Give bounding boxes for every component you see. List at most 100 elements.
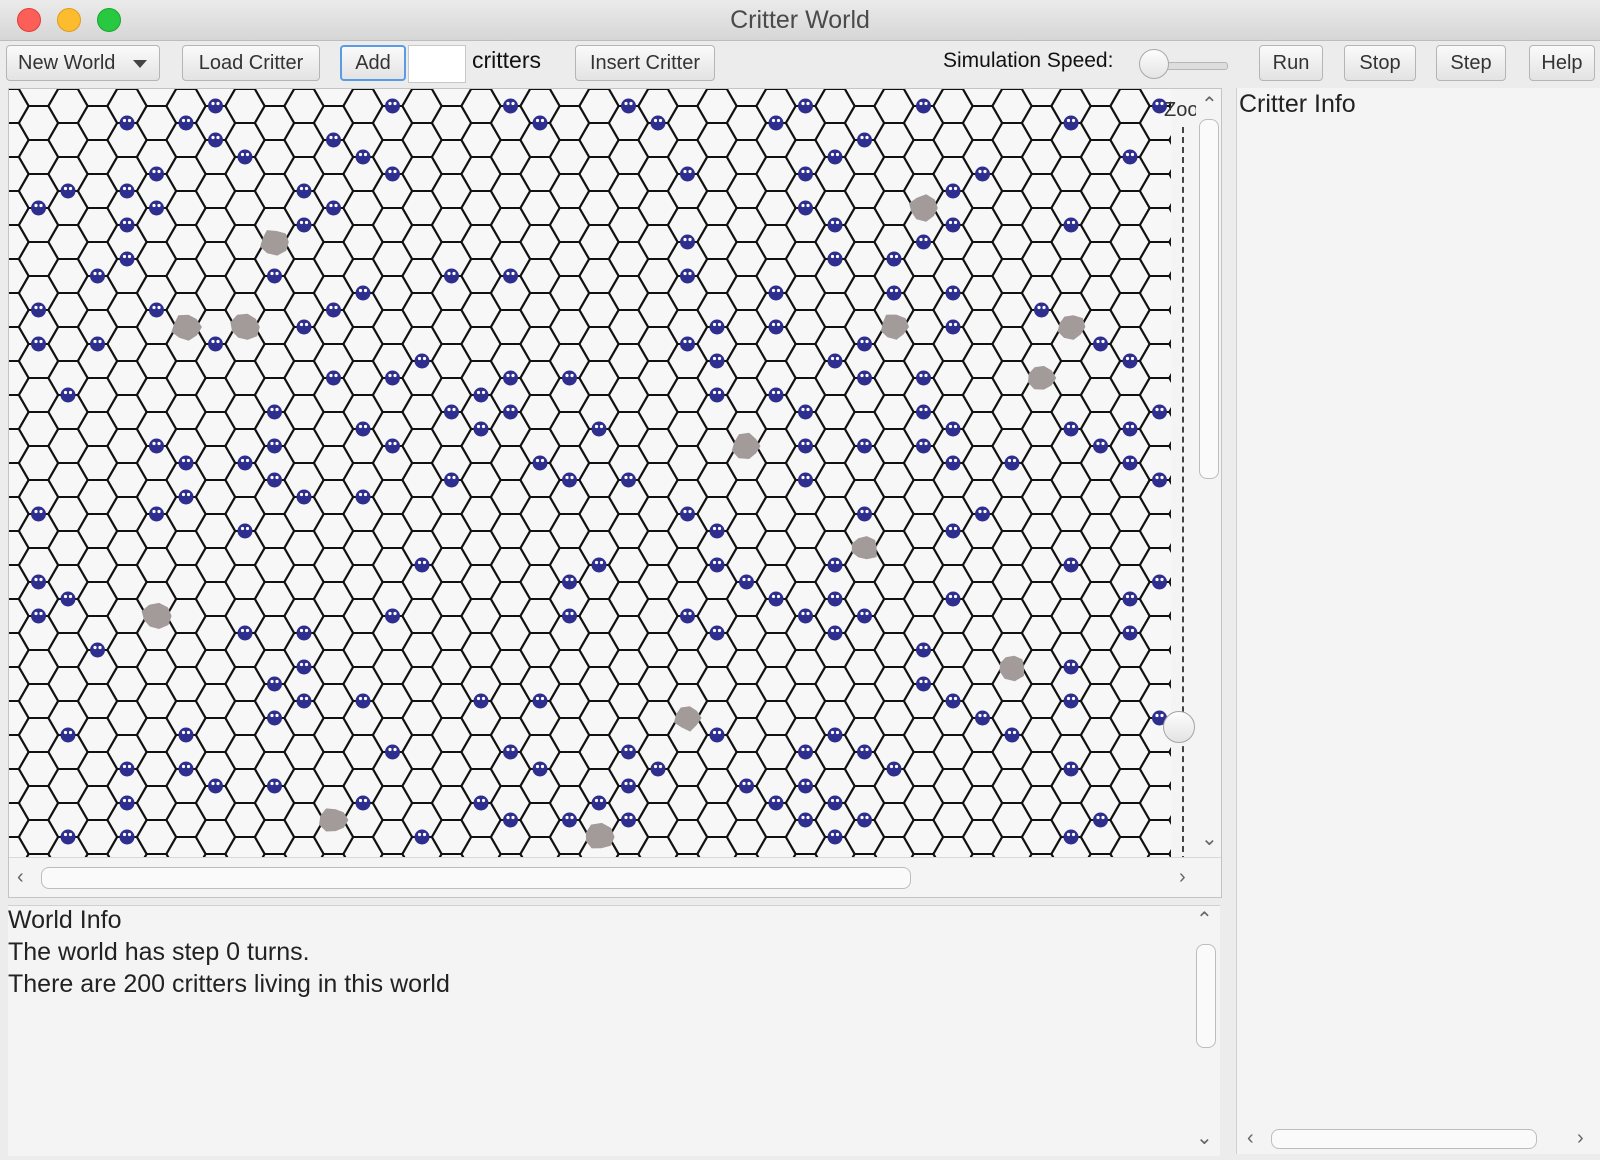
critter-icon[interactable] <box>385 98 400 114</box>
critter-icon[interactable] <box>178 727 194 743</box>
critter-icon[interactable] <box>237 455 253 471</box>
critter-icon[interactable] <box>709 727 725 743</box>
critter-icon[interactable] <box>31 574 46 590</box>
critter-icon[interactable] <box>621 778 636 794</box>
critter-icon[interactable] <box>532 761 548 777</box>
critter-icon[interactable] <box>208 98 223 114</box>
critter-icon[interactable] <box>503 744 518 760</box>
world-horizontal-scroll-thumb[interactable] <box>41 867 911 889</box>
critter-icon[interactable] <box>267 778 282 794</box>
critter-icon[interactable] <box>296 217 312 233</box>
critter-icon[interactable] <box>119 217 135 233</box>
critter-icon[interactable] <box>385 608 400 624</box>
critter-icon[interactable] <box>237 523 253 539</box>
critter-icon[interactable] <box>119 795 135 811</box>
insert-critter-button[interactable]: Insert Critter <box>575 45 715 81</box>
critter-icon[interactable] <box>1063 659 1079 675</box>
critter-icon[interactable] <box>591 557 607 573</box>
critter-icon[interactable] <box>798 608 813 624</box>
critter-icon[interactable] <box>1122 455 1138 471</box>
critter-icon[interactable] <box>119 251 135 267</box>
critter-icon[interactable] <box>149 302 164 318</box>
critter-icon[interactable] <box>709 387 725 403</box>
critter-icon[interactable] <box>31 608 46 624</box>
chevron-left-icon[interactable]: ‹ <box>1247 1128 1254 1148</box>
critter-icon[interactable] <box>798 166 813 182</box>
critter-icon[interactable] <box>827 557 843 573</box>
critter-icon[interactable] <box>326 132 341 148</box>
critter-icon[interactable] <box>857 608 872 624</box>
critter-icon[interactable] <box>827 625 843 641</box>
critter-icon[interactable] <box>680 506 695 522</box>
critter-icon[interactable] <box>296 489 312 505</box>
critter-icon[interactable] <box>178 761 194 777</box>
critter-icon[interactable] <box>827 727 843 743</box>
critter-icon[interactable] <box>1063 693 1079 709</box>
critter-icon[interactable] <box>296 625 312 641</box>
critter-icon[interactable] <box>916 404 931 420</box>
stop-button[interactable]: Stop <box>1344 45 1416 81</box>
critter-icon[interactable] <box>1034 302 1049 318</box>
critter-icon[interactable] <box>473 693 489 709</box>
critter-icon[interactable] <box>60 727 76 743</box>
critter-icon[interactable] <box>709 353 725 369</box>
critter-icon[interactable] <box>1004 455 1020 471</box>
critter-icon[interactable] <box>768 387 784 403</box>
critter-icon[interactable] <box>1063 761 1079 777</box>
world-horizontal-scrollbar[interactable]: ‹ › <box>9 857 1221 897</box>
critter-icon[interactable] <box>1093 812 1108 828</box>
critter-icon[interactable] <box>1004 727 1020 743</box>
critter-icon[interactable] <box>827 149 843 165</box>
critter-icon[interactable] <box>444 472 459 488</box>
world-info-scrollbar[interactable]: ⌃ ⌄ <box>1190 906 1220 1156</box>
critter-icon[interactable] <box>326 302 341 318</box>
critter-icon[interactable] <box>650 761 666 777</box>
critter-icon[interactable] <box>975 506 990 522</box>
critter-icon[interactable] <box>975 166 990 182</box>
critter-icon[interactable] <box>798 472 813 488</box>
critter-icon[interactable] <box>916 234 931 250</box>
critter-icon[interactable] <box>739 574 754 590</box>
critter-icon[interactable] <box>680 336 695 352</box>
critter-icon[interactable] <box>1152 404 1167 420</box>
critter-icon[interactable] <box>591 421 607 437</box>
critter-icon[interactable] <box>90 336 105 352</box>
step-button[interactable]: Step <box>1436 45 1506 81</box>
critter-icon[interactable] <box>916 642 931 658</box>
critter-icon[interactable] <box>385 370 400 386</box>
critter-icon[interactable] <box>562 608 577 624</box>
critter-icon[interactable] <box>1152 472 1167 488</box>
critter-icon[interactable] <box>237 625 253 641</box>
critter-icon[interactable] <box>857 812 872 828</box>
critter-icon[interactable] <box>31 506 46 522</box>
critter-icon[interactable] <box>503 370 518 386</box>
critter-icon[interactable] <box>857 438 872 454</box>
critter-icon[interactable] <box>296 693 312 709</box>
critter-icon[interactable] <box>355 149 371 165</box>
critter-icon[interactable] <box>621 812 636 828</box>
critter-icon[interactable] <box>1063 829 1079 845</box>
run-button[interactable]: Run <box>1259 45 1323 81</box>
critter-icon[interactable] <box>857 744 872 760</box>
critter-icon[interactable] <box>532 693 548 709</box>
add-button[interactable]: Add <box>340 45 406 81</box>
critter-icon[interactable] <box>945 217 961 233</box>
simulation-speed-slider[interactable] <box>1139 49 1169 79</box>
critter-icon[interactable] <box>709 319 725 335</box>
critter-icon[interactable] <box>355 693 371 709</box>
critter-icon[interactable] <box>827 829 843 845</box>
critter-icon[interactable] <box>267 472 282 488</box>
critter-icon[interactable] <box>149 438 164 454</box>
critter-icon[interactable] <box>680 268 695 284</box>
critter-icon[interactable] <box>768 115 784 131</box>
critter-icon[interactable] <box>503 98 518 114</box>
critter-icon[interactable] <box>591 795 607 811</box>
critter-icon[interactable] <box>739 778 754 794</box>
critter-icon[interactable] <box>149 200 164 216</box>
critter-icon[interactable] <box>1122 353 1138 369</box>
critter-info-scroll-thumb[interactable] <box>1271 1129 1537 1149</box>
chevron-right-icon[interactable]: › <box>1577 1128 1584 1148</box>
critter-icon[interactable] <box>90 268 105 284</box>
critter-icon[interactable] <box>473 795 489 811</box>
critter-icon[interactable] <box>827 795 843 811</box>
